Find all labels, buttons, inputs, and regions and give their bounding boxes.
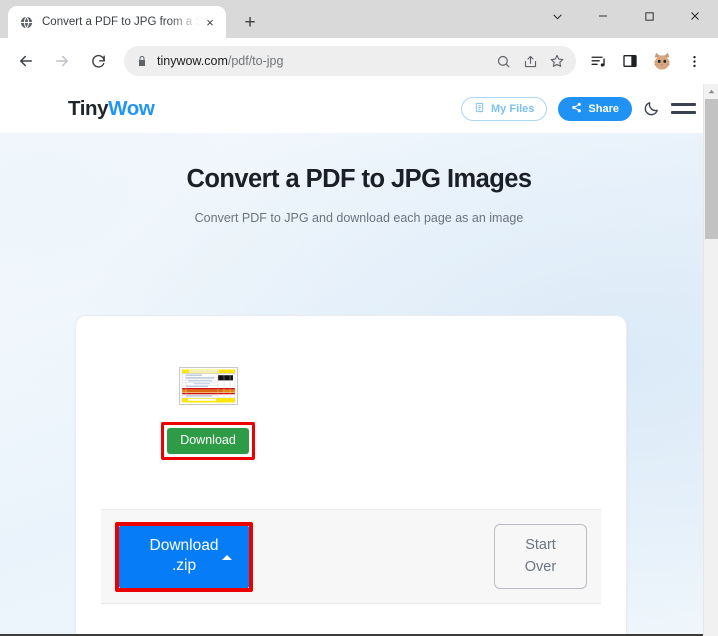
my-files-label: My Files xyxy=(491,102,535,115)
logo-part-wow: Wow xyxy=(108,96,155,120)
site-header: TinyWow My Files Share xyxy=(0,84,718,133)
browser-toolbar: tinywow.com/pdf/to-jpg xyxy=(0,38,718,84)
tab-search-chevron-icon[interactable] xyxy=(534,0,580,32)
address-bar[interactable]: tinywow.com/pdf/to-jpg xyxy=(124,46,576,76)
header-actions: My Files Share xyxy=(461,96,696,121)
browser-window: Convert a PDF to JPG from a Sma × + xyxy=(0,0,718,636)
download-zip-label-line2: .zip xyxy=(171,557,197,575)
page-body: Convert a PDF to JPG Images Convert PDF … xyxy=(0,133,718,636)
start-over-label-line1: Start xyxy=(525,537,556,554)
site-logo[interactable]: TinyWow xyxy=(68,96,155,121)
three-dot-menu-icon[interactable] xyxy=(680,47,708,75)
page-thumbnail[interactable] xyxy=(178,367,238,405)
start-over-button[interactable]: Start Over xyxy=(494,524,587,589)
reading-list-icon[interactable] xyxy=(584,47,612,75)
lock-icon xyxy=(136,55,148,67)
hamburger-menu-icon[interactable] xyxy=(671,103,696,114)
share-label: Share xyxy=(588,102,619,115)
result-card: Download Download .zip Start Over xyxy=(75,315,627,636)
cat-avatar[interactable] xyxy=(651,50,673,72)
reload-icon[interactable] xyxy=(83,46,113,76)
back-arrow-icon[interactable] xyxy=(11,46,41,76)
download-zip-highlight: Download .zip xyxy=(115,521,253,592)
window-titlebar: Convert a PDF to JPG from a Sma × + xyxy=(0,0,718,38)
scrollbar-track[interactable] xyxy=(704,99,718,636)
scroll-up-arrow-icon[interactable] xyxy=(704,84,718,99)
my-files-button[interactable]: My Files xyxy=(461,96,548,121)
spreadsheet-preview-icon xyxy=(179,368,237,404)
tab-strip: Convert a PDF to JPG from a Sma × + xyxy=(8,6,264,38)
page-scrollbar[interactable] xyxy=(703,84,718,636)
download-zip-label-line1: Download xyxy=(149,536,219,554)
moon-icon[interactable] xyxy=(643,100,660,117)
new-tab-button[interactable]: + xyxy=(236,8,264,36)
search-icon[interactable] xyxy=(490,48,516,74)
page-subtitle: Convert PDF to JPG and download each pag… xyxy=(194,211,524,225)
side-panel-icon[interactable] xyxy=(616,47,644,75)
forward-arrow-icon[interactable] xyxy=(47,46,77,76)
start-over-label-line2: Over xyxy=(524,558,557,575)
share-nodes-icon xyxy=(571,102,582,116)
page-title: Convert a PDF to JPG Images xyxy=(186,165,532,193)
bookmark-star-icon[interactable] xyxy=(544,48,570,74)
logo-part-tiny: Tiny xyxy=(68,96,109,120)
caret-up-icon[interactable] xyxy=(222,554,232,560)
close-window-icon[interactable] xyxy=(672,0,718,32)
minimize-icon[interactable] xyxy=(580,0,626,32)
tab-title: Convert a PDF to JPG from a Sma xyxy=(42,16,200,28)
file-results-area: Download xyxy=(76,316,626,509)
card-actions-bar: Download .zip Start Over xyxy=(101,509,601,604)
url-text: tinywow.com/pdf/to-jpg xyxy=(157,54,489,68)
maximize-icon[interactable] xyxy=(626,0,672,32)
page-viewport: TinyWow My Files Share Convert a PDF to … xyxy=(0,84,718,636)
browser-tab[interactable]: Convert a PDF to JPG from a Sma × xyxy=(8,6,226,38)
document-icon xyxy=(474,102,485,116)
download-button-highlight: Download xyxy=(161,422,255,460)
file-result-item: Download xyxy=(149,367,267,460)
share-icon[interactable] xyxy=(517,48,543,74)
download-button[interactable]: Download xyxy=(167,428,249,454)
url-host: tinywow.com xyxy=(157,54,228,68)
url-path: /pdf/to-jpg xyxy=(227,54,284,68)
window-controls xyxy=(534,0,718,32)
share-button[interactable]: Share xyxy=(558,96,632,121)
download-zip-button[interactable]: Download .zip xyxy=(119,525,249,588)
close-icon[interactable]: × xyxy=(202,14,218,30)
scrollbar-thumb[interactable] xyxy=(705,99,718,239)
globe-icon xyxy=(18,14,34,30)
